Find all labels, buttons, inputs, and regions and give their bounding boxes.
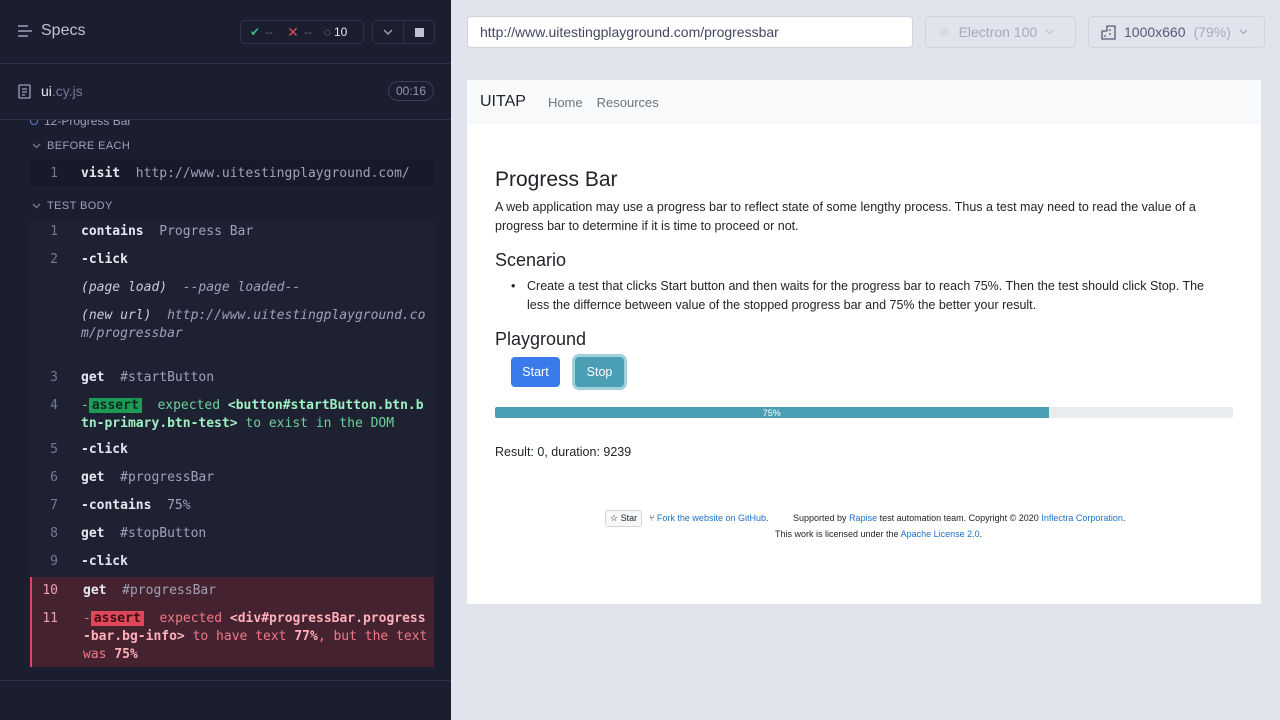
command-row[interactable]: 8 get #stopButton: [30, 525, 434, 551]
fork-link-wrap: ⑂ Fork the website on GitHub.: [649, 513, 769, 523]
test-body-commands: 1 contains Progress Bar 2 -click (page l…: [30, 219, 434, 667]
chevron-down-icon: [1045, 29, 1054, 35]
command-row[interactable]: 9 -click: [30, 553, 434, 579]
command-row[interactable]: 2 -click: [30, 251, 434, 277]
check-icon: ✔: [250, 25, 261, 39]
command-row[interactable]: (new url) http://www.uitestingplayground…: [30, 307, 434, 359]
failed-count: --: [303, 25, 312, 39]
collapse-button[interactable]: [372, 20, 404, 44]
command-row[interactable]: 1 contains Progress Bar: [30, 223, 434, 249]
rapise-link[interactable]: Rapise: [849, 513, 877, 523]
chevron-down-icon: [1239, 29, 1248, 35]
run-timer: 00:16: [388, 81, 434, 101]
assert-badge: assert: [88, 398, 142, 413]
specs-label: Specs: [41, 22, 86, 39]
license-text: This work is licensed under the Apache L…: [775, 529, 983, 539]
spinner-icon: ◌: [323, 25, 331, 39]
stop-button[interactable]: Stop: [575, 357, 624, 387]
spec-file-bar: ui.cy.js: [0, 64, 451, 120]
viewport-selector[interactable]: 1000x660 (79%): [1088, 16, 1265, 48]
document-icon: [18, 84, 31, 99]
ruler-icon: [1101, 24, 1116, 40]
application-under-test: UITAP Home Resources Progress Bar A web …: [467, 80, 1261, 604]
browser-selector[interactable]: ⚛ Electron 100: [925, 16, 1076, 48]
command-row[interactable]: 5 -click: [30, 441, 434, 467]
progress-bar: 75%: [495, 407, 1233, 418]
start-button[interactable]: Start: [511, 357, 560, 387]
command-log: 12-Progress Bar BEFORE EACH 1 visit http…: [0, 120, 451, 680]
specs-toggle[interactable]: Specs: [18, 22, 85, 40]
chevron-down-icon: [32, 203, 41, 209]
assert-badge: assert: [90, 611, 144, 626]
playground-heading: Playground: [495, 329, 587, 349]
menu-icon: [18, 25, 32, 37]
app-navbar: UITAP Home Resources: [467, 80, 1261, 124]
aut-panel: http://www.uitestingplayground.com/progr…: [451, 0, 1280, 720]
reporter-footer: [0, 680, 451, 720]
progress-fill: 75%: [495, 407, 1049, 418]
scenario-item: • Create a test that clicks Start button …: [511, 279, 1204, 312]
command-row[interactable]: 3 get #startButton: [30, 369, 434, 395]
failed-command-row[interactable]: 10 get #progressBar: [30, 577, 434, 607]
fork-link[interactable]: Fork the website on GitHub: [657, 513, 766, 523]
stop-button[interactable]: [403, 20, 435, 44]
scenario-heading: Scenario: [495, 250, 567, 270]
test-stats: ✔ -- ✕ -- ◌ 10: [240, 20, 364, 44]
reporter-header: Specs ✔ -- ✕ -- ◌ 10: [0, 0, 451, 64]
assert-row[interactable]: 4 - assert expected <button#startButton.b…: [30, 397, 434, 437]
nav-home[interactable]: Home: [548, 95, 583, 110]
result-text: Result: 0, duration: 9239: [495, 445, 632, 459]
x-icon: ✕: [287, 23, 299, 40]
url-bar[interactable]: http://www.uitestingplayground.com/progr…: [467, 16, 913, 48]
intro-text: A web application may use a progress bar…: [495, 200, 1196, 233]
spec-file-name[interactable]: ui.cy.js: [41, 83, 83, 99]
fork-icon: ⑂: [649, 513, 655, 523]
passed-count: --: [265, 25, 274, 39]
app-brand[interactable]: UITAP: [480, 93, 526, 111]
running-icon: [30, 120, 38, 125]
supported-text: Supported by Rapise test automation team…: [793, 513, 1126, 523]
electron-icon: ⚛: [938, 23, 951, 40]
page-title: Progress Bar: [495, 168, 618, 191]
failed-assert-row[interactable]: 11 - assert expected <div#progressBar.pro…: [30, 607, 434, 667]
command-row[interactable]: (page load) --page loaded--: [30, 279, 434, 305]
stop-icon: [414, 27, 424, 37]
nav-resources[interactable]: Resources: [597, 95, 659, 110]
test-title[interactable]: 12-Progress Bar: [30, 120, 131, 128]
chevron-down-icon: [32, 143, 41, 149]
pending-count: 10: [333, 25, 348, 39]
chevron-down-icon: [383, 29, 393, 35]
license-link[interactable]: Apache License 2.0: [901, 529, 980, 539]
github-star-button[interactable]: ☆ Star: [605, 510, 643, 527]
command-row[interactable]: 1 visit http://www.uitestingplayground.c…: [30, 160, 434, 186]
command-row[interactable]: 7 -contains 75%: [30, 497, 434, 523]
command-row[interactable]: 6 get #progressBar: [30, 469, 434, 495]
before-each-header[interactable]: BEFORE EACH: [32, 140, 130, 152]
cypress-reporter-panel: Specs ✔ -- ✕ -- ◌ 10 ui.cy.js 00:16 12-P…: [0, 0, 451, 720]
test-body-header[interactable]: TEST BODY: [32, 200, 113, 212]
inflectra-link[interactable]: Inflectra Corporation: [1041, 513, 1123, 523]
